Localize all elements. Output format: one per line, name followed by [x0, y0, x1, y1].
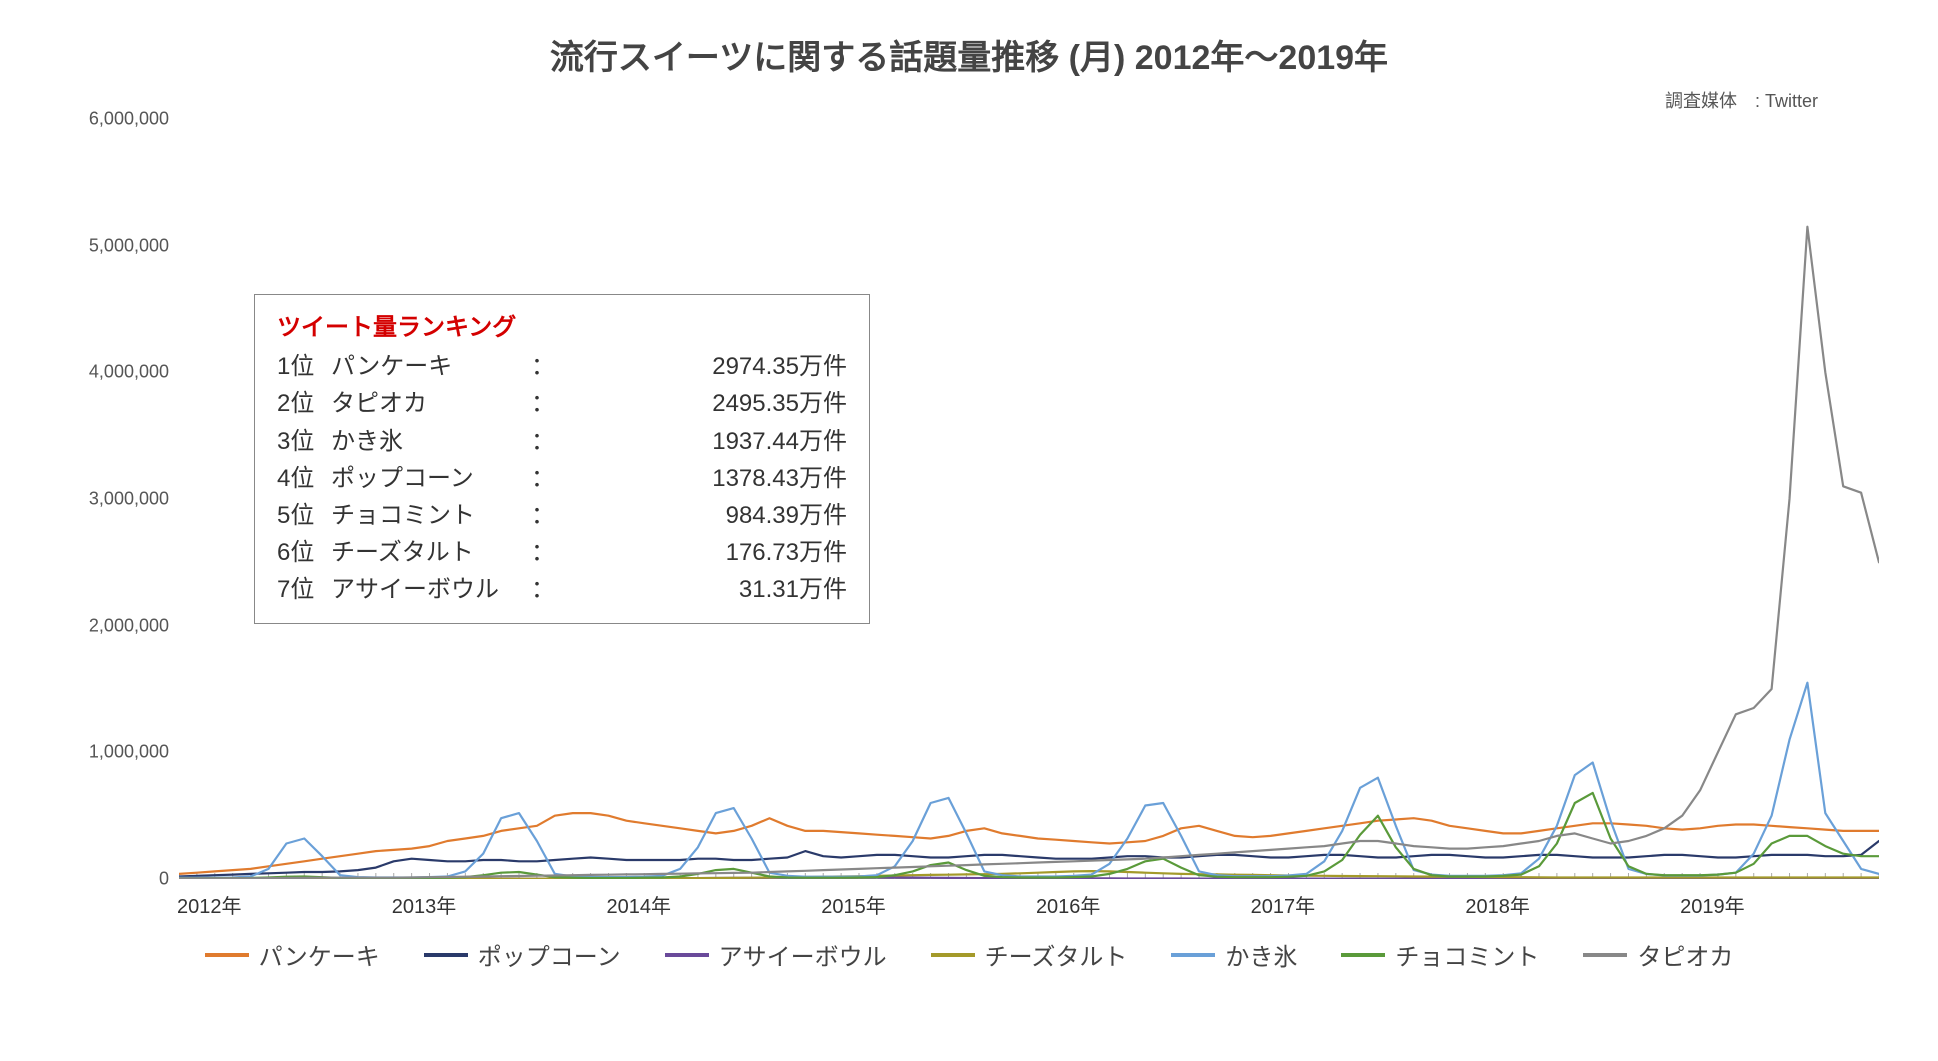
- ranking-row: 3位かき氷：1937.44万件: [277, 423, 847, 460]
- x-tick: 2016年: [1036, 890, 1101, 919]
- ranking-rows: 1位パンケーキ：2974.35万件2位タピオカ：2495.35万件3位かき氷：1…: [277, 348, 847, 608]
- ranking-row: 6位チーズタルト： 176.73万件: [277, 534, 847, 571]
- x-tick: 2013年: [392, 890, 457, 919]
- chart-container: 流行スイーツに関する話題量推移 (月) 2012年～2019年 調査媒体 : T…: [0, 0, 1938, 1061]
- legend: パンケーキ ポップコーン アサイーボウル チーズタルト かき氷 チョコミント タピオカ: [40, 937, 1898, 972]
- ranking-row: 1位パンケーキ：2974.35万件: [277, 348, 847, 385]
- plot-area: 0 1,000,000 2,000,000 3,000,000 4,000,000 5,0…: [59, 119, 1879, 919]
- ranking-row: 4位ポップコーン：1378.43万件: [277, 460, 847, 497]
- y-tick: 4,000,000: [59, 362, 169, 383]
- ranking-row: 7位アサイーボウル： 31.31万件: [277, 571, 847, 608]
- x-tick: 2018年: [1465, 890, 1530, 919]
- y-axis: 0 1,000,000 2,000,000 3,000,000 4,000,000 5,0…: [59, 119, 169, 919]
- legend-item: チーズタルト: [931, 937, 1128, 972]
- legend-item: チョコミント: [1341, 937, 1539, 972]
- y-tick: 2,000,000: [59, 615, 169, 636]
- y-tick: 6,000,000: [59, 109, 169, 130]
- ranking-row: 5位チョコミント： 984.39万件: [277, 497, 847, 534]
- series-かき氷: [179, 683, 1879, 878]
- ranking-title: ツイート量ランキング: [277, 309, 847, 346]
- series-チョコミント: [179, 793, 1879, 879]
- legend-item: ポップコーン: [424, 937, 621, 972]
- ranking-row: 2位タピオカ：2495.35万件: [277, 385, 847, 422]
- x-tick: 2019年: [1680, 890, 1745, 919]
- x-tick: 2014年: [606, 890, 671, 919]
- x-axis: 2012年 2013年 2014年 2015年 2016年 2017年 2018年 2019年: [179, 883, 1879, 919]
- legend-item: かき氷: [1171, 937, 1297, 972]
- legend-item: パンケーキ: [205, 937, 380, 972]
- legend-item: アサイーボウル: [665, 937, 887, 972]
- legend-item: タピオカ: [1583, 937, 1733, 972]
- chart-title: 流行スイーツに関する話題量推移 (月) 2012年～2019年: [40, 30, 1898, 79]
- x-tick: 2012年: [177, 890, 242, 919]
- x-tick: 2015年: [821, 890, 886, 919]
- x-tick: 2017年: [1251, 890, 1316, 919]
- series-パンケーキ: [179, 813, 1879, 874]
- chart-subtitle: 調査媒体 : Twitter: [40, 87, 1898, 113]
- y-tick: 5,000,000: [59, 235, 169, 256]
- y-tick: 3,000,000: [59, 489, 169, 510]
- ranking-box: ツイート量ランキング 1位パンケーキ：2974.35万件2位タピオカ：2495.…: [254, 294, 870, 624]
- y-tick: 1,000,000: [59, 742, 169, 763]
- y-tick: 0: [59, 869, 169, 890]
